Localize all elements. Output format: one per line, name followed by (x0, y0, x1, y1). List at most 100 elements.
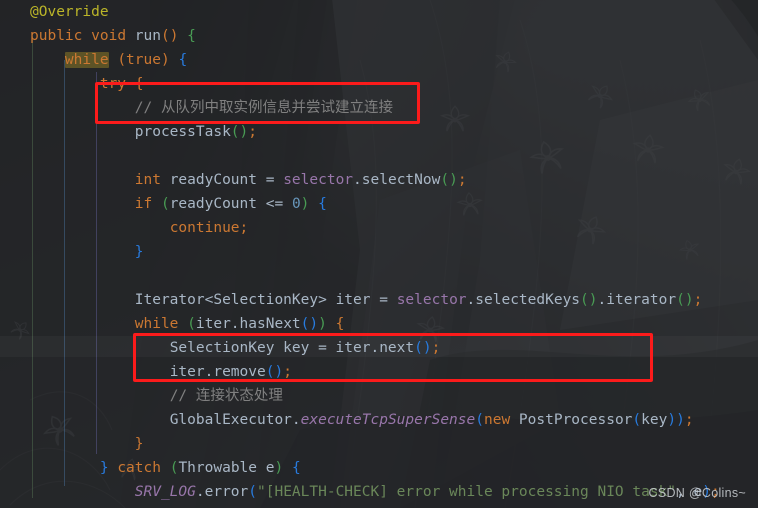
code-line[interactable]: @Override (0, 0, 758, 24)
code-token: ; (283, 364, 292, 380)
code-token: selector (283, 172, 354, 188)
code-token: { (187, 28, 196, 44)
code-token: if (134, 196, 153, 212)
code-token: // (134, 100, 161, 116)
code-token: ( (187, 316, 196, 332)
code-line[interactable]: } (0, 432, 758, 456)
code-token: () (580, 292, 598, 308)
code-line[interactable]: processTask(); (0, 120, 758, 144)
code-line[interactable] (0, 144, 758, 168)
code-line[interactable]: while (true) { (0, 48, 758, 72)
code-token: 0 (291, 196, 301, 212)
code-line[interactable]: // 从队列中取实例信息并尝试建立连接 (0, 96, 758, 120)
watermark-label: CSDN @Colins~ (648, 486, 746, 500)
code-token: iter.remove (169, 364, 266, 380)
code-token: ( (475, 412, 484, 428)
code-token: // (169, 388, 196, 404)
code-token: executeTcpSuperSense (300, 412, 476, 428)
code-token: key (641, 412, 668, 428)
code-token: ( (248, 484, 257, 500)
code-line[interactable] (0, 264, 758, 288)
code-token: ; (248, 124, 257, 140)
code-token: 从队列中取实例信息并尝试建立连接 (160, 100, 393, 116)
code-token: SRV_LOG (134, 484, 196, 500)
code-line[interactable]: iter.remove(); (0, 360, 758, 384)
code-token: ; (431, 340, 441, 356)
code-token: new (483, 412, 511, 428)
code-token: iter.hasNext (195, 316, 301, 332)
code-line[interactable]: try { (0, 72, 758, 96)
code-token: catch (117, 460, 161, 476)
code-token: } (134, 436, 144, 452)
code-token: { (134, 76, 144, 92)
code-line[interactable]: Iterator<SelectionKey> iter = selector.s… (0, 288, 758, 312)
code-token: } (99, 460, 109, 476)
code-line[interactable]: GlobalExecutor.executeTcpSuperSense(new … (0, 408, 758, 432)
code-token: ; (693, 292, 703, 308)
code-token: () (414, 340, 432, 356)
code-token: ( (117, 52, 127, 68)
code-token: Iterator (134, 292, 205, 308)
code-line[interactable]: while (iter.hasNext()) { (0, 312, 758, 336)
code-token: ; (457, 172, 467, 188)
code-token: .iterator (597, 292, 677, 308)
code-token: processTask (134, 124, 231, 140)
code-line[interactable]: // 连接状态处理 (0, 384, 758, 408)
code-line[interactable]: continue; (0, 216, 758, 240)
code-token: .selectNow (353, 172, 441, 188)
code-line[interactable]: } (0, 504, 758, 508)
code-token: > (318, 292, 327, 308)
code-screenshot: @Override public void run() { while (true… (0, 0, 758, 508)
code-line[interactable]: int readyCount = selector.selectNow(); (0, 168, 758, 192)
code-line[interactable]: } catch (Throwable e) { (0, 456, 758, 480)
code-token: "[HEALTH-CHECK] error while processing N… (257, 484, 677, 500)
code-token: () (440, 172, 458, 188)
code-editor[interactable]: @Override public void run() { while (true… (0, 0, 758, 508)
code-token: ( (160, 196, 170, 212)
code-line[interactable]: SelectionKey key = iter.next(); (0, 336, 758, 360)
code-token: SelectionKey key (169, 340, 319, 356)
code-token: () (676, 292, 694, 308)
code-line[interactable]: SRV_LOG.error("[HEALTH-CHECK] error whil… (0, 480, 758, 504)
code-token: ) (160, 52, 170, 68)
code-line[interactable]: public void run() { (0, 24, 758, 48)
code-token: { (178, 52, 188, 68)
code-token: ; (239, 220, 249, 236)
code-token: ) (318, 316, 327, 332)
code-token: . (291, 412, 301, 428)
code-token: GlobalExecutor (169, 412, 292, 428)
code-token: while (134, 316, 179, 332)
code-token: true (126, 52, 161, 68)
code-token: SelectionKey (213, 292, 319, 308)
code-token: } (134, 244, 144, 260)
code-line[interactable]: if (readyCount <= 0) { (0, 192, 758, 216)
code-line[interactable]: } (0, 240, 758, 264)
code-token: PostProcessor (510, 412, 633, 428)
